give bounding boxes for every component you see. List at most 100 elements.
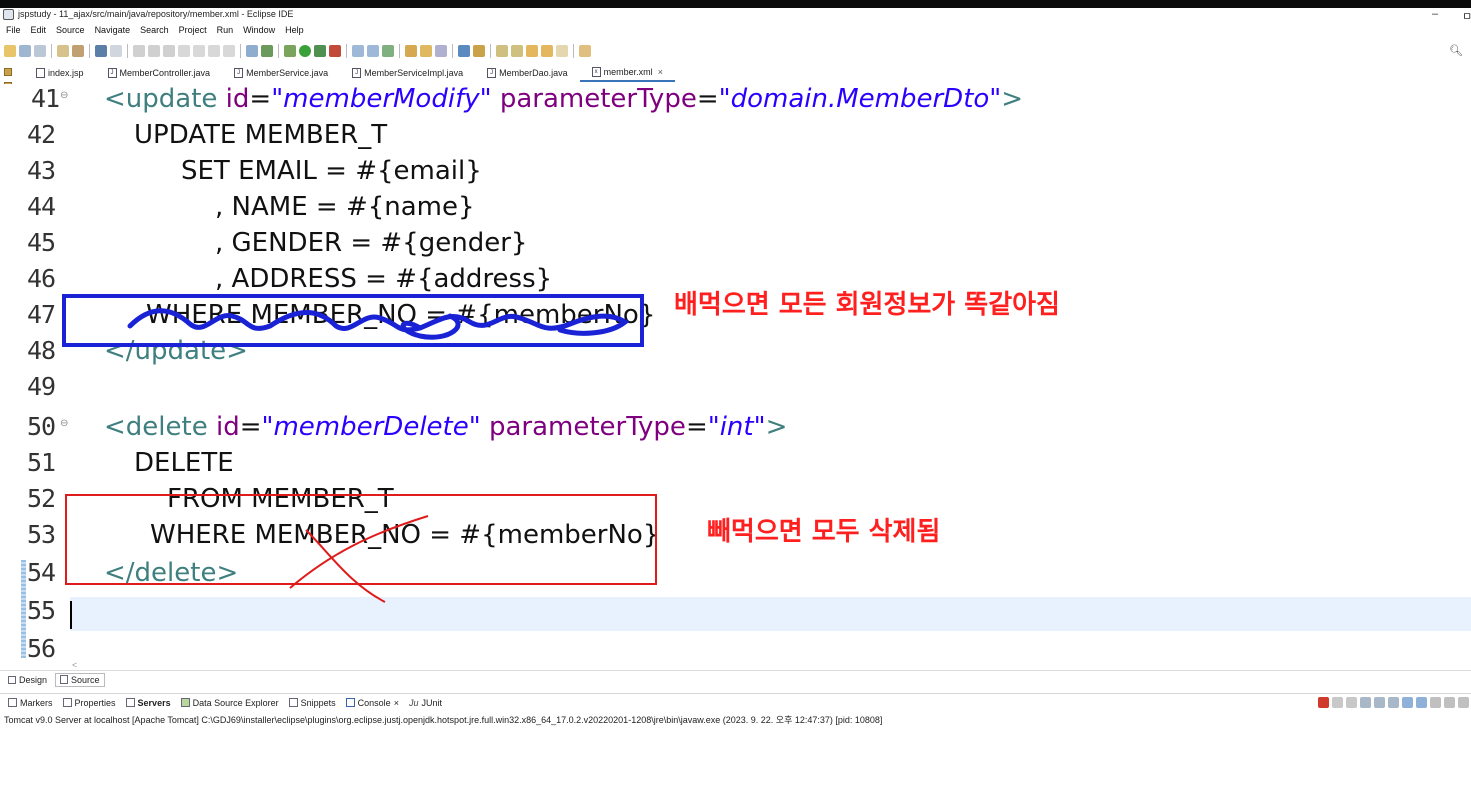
forward-icon[interactable]	[556, 45, 568, 57]
minimize-button[interactable]: –	[1432, 8, 1438, 20]
tab-label: index.jsp	[48, 68, 84, 78]
close-tab-icon[interactable]: ×	[658, 67, 663, 77]
annotation-icon[interactable]	[473, 45, 485, 57]
scroll-left-arrow-icon[interactable]: <	[72, 660, 77, 670]
perspective-icon[interactable]	[579, 45, 591, 57]
build-all-icon[interactable]	[72, 45, 84, 57]
line-number: 55	[27, 596, 56, 625]
editor-mode-tabs: Design Source	[0, 670, 1471, 688]
menu-project[interactable]: Project	[179, 25, 207, 35]
close-console-icon[interactable]: ×	[394, 698, 399, 708]
tab-member-dao[interactable]: J MemberDao.java	[475, 64, 580, 82]
delete-annotation-text: 빼먹으면 모두 삭제됨	[707, 517, 941, 547]
code-line: 45 , GENDER = #{gender}	[0, 228, 1471, 264]
open-console-icon[interactable]	[246, 45, 258, 57]
step-return-icon[interactable]	[223, 45, 235, 57]
view-tab-servers[interactable]: Servers	[125, 698, 171, 708]
search-toolbar-icon[interactable]	[435, 45, 447, 57]
view-tab-console[interactable]: Console ×	[345, 698, 399, 708]
run-icon[interactable]	[299, 45, 311, 57]
next-annotation-icon[interactable]	[496, 45, 508, 57]
debug-icon[interactable]	[284, 45, 296, 57]
new-icon[interactable]	[4, 45, 16, 57]
terminate-icon[interactable]	[163, 45, 175, 57]
toggle-mark-icon[interactable]	[261, 45, 273, 57]
back-icon[interactable]	[541, 45, 553, 57]
menu-source[interactable]: Source	[56, 25, 85, 35]
build-icon[interactable]	[57, 45, 69, 57]
suspend-icon[interactable]	[148, 45, 160, 57]
pin-console-icon[interactable]	[1430, 697, 1441, 708]
line-number: 42	[27, 120, 56, 149]
annotation-box-update	[62, 294, 644, 347]
menu-help[interactable]: Help	[285, 25, 304, 35]
search-icon[interactable]: 🔍︎	[1449, 44, 1463, 57]
clear-console-icon[interactable]	[1360, 697, 1371, 708]
view-tab-junit[interactable]: Ju JUnit	[409, 698, 442, 708]
menu-navigate[interactable]: Navigate	[95, 25, 131, 35]
editor-tab-bar: index.jsp J MemberController.java J Memb…	[0, 64, 1471, 82]
show-on-stdout-icon[interactable]	[1402, 697, 1413, 708]
tab-source[interactable]: Source	[55, 672, 105, 687]
eclipse-app-icon	[3, 9, 14, 20]
open-task-icon[interactable]	[420, 45, 432, 57]
tab-source-label: Source	[71, 674, 100, 685]
markers-icon	[8, 698, 17, 707]
resume-icon[interactable]	[133, 45, 145, 57]
menu-run[interactable]: Run	[217, 25, 234, 35]
last-edit-icon[interactable]	[526, 45, 538, 57]
save-icon[interactable]	[19, 45, 31, 57]
view-tab-data-source-explorer[interactable]: Data Source Explorer	[180, 698, 279, 708]
open-console-icon[interactable]	[1458, 697, 1469, 708]
previous-annotation-icon[interactable]	[511, 45, 523, 57]
menu-edit[interactable]: Edit	[31, 25, 47, 35]
show-on-stderr-icon[interactable]	[1416, 697, 1427, 708]
web-browser-icon[interactable]	[458, 45, 470, 57]
scroll-lock-icon[interactable]	[1374, 697, 1385, 708]
external-tools-icon[interactable]	[329, 45, 341, 57]
disconnect-icon[interactable]	[178, 45, 190, 57]
new-class-icon[interactable]	[382, 45, 394, 57]
fold-toggle-icon[interactable]: ⊖	[60, 90, 68, 101]
toolbar-separator	[240, 44, 241, 58]
menu-file[interactable]: File	[6, 25, 21, 35]
tab-member-controller[interactable]: J MemberController.java	[96, 64, 223, 82]
pin-icon[interactable]	[110, 45, 122, 57]
coverage-icon[interactable]	[314, 45, 326, 57]
fold-toggle-icon[interactable]: ⊖	[60, 418, 68, 429]
menu-window[interactable]: Window	[243, 25, 275, 35]
code-line: 55	[0, 596, 1471, 632]
menu-search[interactable]: Search	[140, 25, 169, 35]
save-all-icon[interactable]	[34, 45, 46, 57]
toolbar-separator	[452, 44, 453, 58]
tab-member-service-impl[interactable]: J MemberServiceImpl.java	[340, 64, 475, 82]
remove-all-icon[interactable]	[1346, 697, 1357, 708]
open-type-icon[interactable]	[405, 45, 417, 57]
view-tab-snippets[interactable]: Snippets	[288, 698, 336, 708]
code-line: 50 ⊖ <delete id="memberDelete" parameter…	[0, 412, 1471, 448]
code-editor[interactable]: 41 ⊖ <update id="memberModify" parameter…	[0, 84, 1471, 658]
display-console-icon[interactable]	[1444, 697, 1455, 708]
remove-launch-icon[interactable]	[1332, 697, 1343, 708]
tab-index-jsp[interactable]: index.jsp	[24, 64, 96, 82]
java-file-icon: J	[107, 68, 117, 78]
step-over-icon[interactable]	[208, 45, 220, 57]
snippets-icon	[288, 698, 298, 707]
console-icon	[345, 698, 355, 707]
view-tab-markers[interactable]: Markers	[8, 698, 53, 708]
tab-member-xml[interactable]: x member.xml ×	[579, 64, 675, 82]
tab-member-service[interactable]: J MemberService.java	[222, 64, 340, 82]
tab-design[interactable]: Design	[4, 674, 51, 686]
step-into-icon[interactable]	[193, 45, 205, 57]
terminate-icon[interactable]	[1318, 697, 1329, 708]
line-number: 47	[27, 300, 56, 329]
line-number: 49	[27, 372, 56, 401]
new-package-icon[interactable]	[367, 45, 379, 57]
terminal-icon[interactable]	[95, 45, 107, 57]
console-header-text: Tomcat v9.0 Server at localhost [Apache …	[4, 715, 883, 725]
new-java-project-icon[interactable]	[352, 45, 364, 57]
word-wrap-icon[interactable]	[1388, 697, 1399, 708]
view-tab-properties[interactable]: Properties	[62, 698, 116, 708]
servers-icon	[125, 698, 135, 707]
line-number: 45	[27, 228, 56, 257]
